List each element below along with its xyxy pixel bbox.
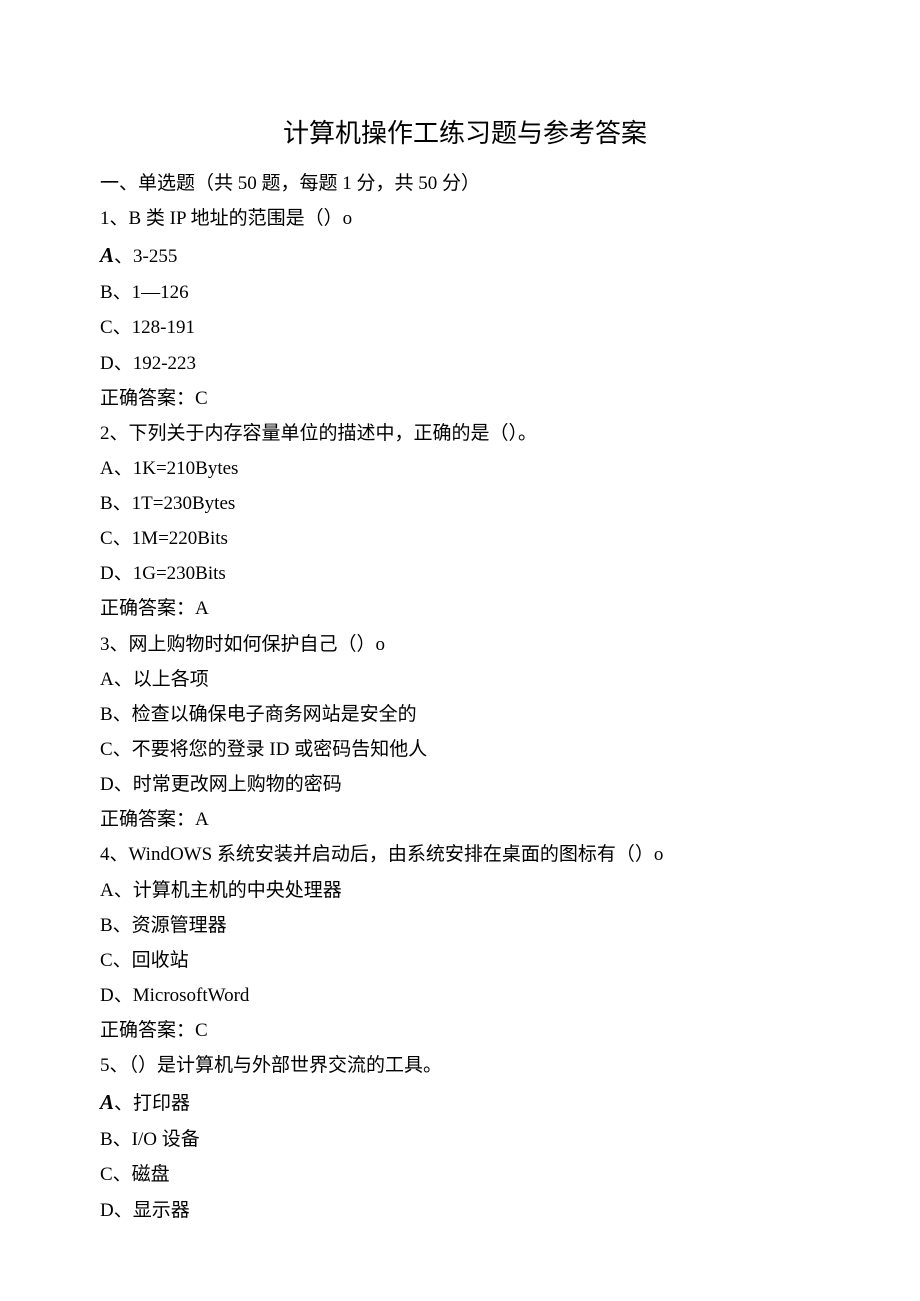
page-title: 计算机操作工练习题与参考答案 (100, 110, 830, 158)
option-label: A (100, 1090, 114, 1114)
q5-option-a: A、打印器 (100, 1083, 830, 1122)
q4-option-a: A、计算机主机的中央处理器 (100, 873, 830, 908)
option-text: 打印器 (133, 1093, 190, 1114)
q5-option-b: B、I/O 设备 (100, 1122, 830, 1157)
q2-option-a: A、1K=210Bytes (100, 451, 830, 486)
q3-option-c: C、不要将您的登录 ID 或密码告知他人 (100, 732, 830, 767)
option-sep: 、 (114, 246, 133, 267)
q2-stem: 2、下列关于内存容量单位的描述中，正确的是（）。 (100, 416, 830, 451)
q1-stem: 1、B 类 IP 地址的范围是（）o (100, 201, 830, 236)
q1-option-b: B、1—126 (100, 275, 830, 310)
q5-option-d: D、显示器 (100, 1193, 830, 1228)
option-text: 3-255 (133, 246, 177, 267)
q1-option-a: A、3-255 (100, 236, 830, 275)
q4-option-c: C、回收站 (100, 943, 830, 978)
q4-option-b: B、资源管理器 (100, 908, 830, 943)
q3-stem: 3、网上购物时如何保护自己（）o (100, 627, 830, 662)
q2-option-b: B、1T=230Bytes (100, 486, 830, 521)
q5-stem: 5、（）是计算机与外部世界交流的工具。 (100, 1048, 830, 1083)
q3-answer: 正确答案：A (100, 802, 830, 837)
q2-answer: 正确答案：A (100, 591, 830, 626)
document-page: 计算机操作工练习题与参考答案 一、单选题（共 50 题，每题 1 分，共 50 … (0, 0, 920, 1288)
q1-option-d: D、192-223 (100, 346, 830, 381)
q3-option-a: A、以上各项 (100, 662, 830, 697)
q3-option-b: B、检查以确保电子商务网站是安全的 (100, 697, 830, 732)
q1-option-c: C、128-191 (100, 310, 830, 345)
q2-option-d: D、1G=230Bits (100, 556, 830, 591)
q3-option-d: D、时常更改网上购物的密码 (100, 767, 830, 802)
q1-answer: 正确答案：C (100, 381, 830, 416)
q4-answer: 正确答案：C (100, 1013, 830, 1048)
option-label: A (100, 243, 114, 267)
q4-option-d: D、MicrosoftWord (100, 978, 830, 1013)
section-heading: 一、单选题（共 50 题，每题 1 分，共 50 分） (100, 166, 830, 201)
option-sep: 、 (114, 1093, 133, 1114)
q5-option-c: C、磁盘 (100, 1157, 830, 1192)
q2-option-c: C、1M=220Bits (100, 521, 830, 556)
q4-stem: 4、WindOWS 系统安装并启动后，由系统安排在桌面的图标有（）o (100, 837, 830, 872)
